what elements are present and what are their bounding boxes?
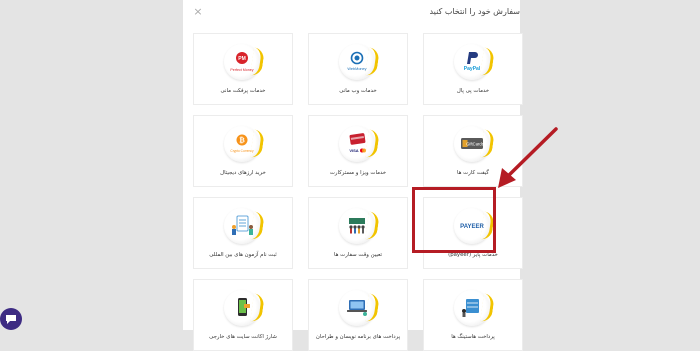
gift-card-icon: GiftCards bbox=[454, 126, 490, 162]
exam-clipboard-icon bbox=[224, 208, 260, 244]
svg-text:WebMoney: WebMoney bbox=[347, 67, 366, 71]
embassy-people-icon bbox=[339, 208, 375, 244]
service-card-programmer-payments[interactable]: پرداخت های برنامه نویسان و طراحان bbox=[308, 279, 408, 351]
close-button[interactable]: × bbox=[192, 6, 204, 18]
service-card-paypal[interactable]: PayPal خدمات پی پال bbox=[423, 33, 523, 105]
paypal-icon: PayPal bbox=[454, 44, 490, 80]
highlight-box bbox=[412, 187, 496, 253]
svg-text:Crypto Currency: Crypto Currency bbox=[230, 149, 254, 153]
chat-bubble-icon bbox=[6, 314, 16, 324]
service-card-international-exams[interactable]: ثبت نام آزمون های بین المللی bbox=[193, 197, 293, 269]
service-card-crypto[interactable]: ₿ Crypto Currency خرید ارزهای دیجیتال bbox=[193, 115, 293, 187]
service-card-visa-mastercard[interactable]: VISA خدمات ویزا و مسترکارت bbox=[308, 115, 408, 187]
service-label: خدمات پایر (payeer) bbox=[448, 252, 498, 258]
service-label: شارژ اکانت سایت های خارجی bbox=[209, 334, 277, 340]
phone-recharge-icon bbox=[224, 290, 260, 326]
service-card-hosting-payments[interactable]: پرداخت هاستینگ ها bbox=[423, 279, 523, 351]
svg-text:VISA: VISA bbox=[349, 148, 358, 153]
webmoney-icon: WebMoney bbox=[339, 44, 375, 80]
service-label: خدمات ویزا و مسترکارت bbox=[329, 170, 387, 176]
svg-text:PayPal: PayPal bbox=[464, 66, 481, 72]
service-card-webmoney[interactable]: WebMoney خدمات وب مانی bbox=[308, 33, 408, 105]
service-label: ثبت نام آزمون های بین المللی bbox=[209, 252, 277, 258]
svg-text:GiftCards: GiftCards bbox=[466, 142, 484, 147]
service-label: تعیین وقت سفارت ها bbox=[333, 252, 383, 258]
service-label: پرداخت هاستینگ ها bbox=[451, 334, 495, 340]
svg-text:Perfect Money: Perfect Money bbox=[230, 68, 253, 72]
hosting-server-icon bbox=[454, 290, 490, 326]
modal-title: سفارش خود را انتخاب کنید bbox=[429, 7, 520, 16]
annotation-arrow-icon bbox=[498, 127, 558, 188]
service-selection-modal: سفارش خود را انتخاب کنید × PM Perfect Mo… bbox=[183, 0, 523, 351]
service-card-embassy-appointment[interactable]: تعیین وقت سفارت ها bbox=[308, 197, 408, 269]
service-card-perfect-money[interactable]: PM Perfect Money خدمات پرفکت مانی bbox=[193, 33, 293, 105]
service-card-foreign-account-recharge[interactable]: شارژ اکانت سایت های خارجی bbox=[193, 279, 293, 351]
service-label: خدمات پرفکت مانی bbox=[220, 88, 266, 94]
laptop-code-icon bbox=[339, 290, 375, 326]
service-label: پرداخت های برنامه نویسان و طراحان bbox=[315, 334, 401, 340]
perfect-money-icon: PM Perfect Money bbox=[224, 44, 260, 80]
service-label: خدمات وب مانی bbox=[339, 88, 377, 94]
bitcoin-icon: ₿ Crypto Currency bbox=[224, 126, 260, 162]
service-label: خدمات پی پال bbox=[456, 88, 490, 94]
svg-text:₿: ₿ bbox=[239, 137, 245, 145]
chat-button[interactable] bbox=[0, 308, 22, 330]
credit-card-icon: VISA bbox=[339, 126, 375, 162]
svg-text:PM: PM bbox=[238, 56, 246, 62]
service-label: خرید ارزهای دیجیتال bbox=[220, 170, 266, 176]
